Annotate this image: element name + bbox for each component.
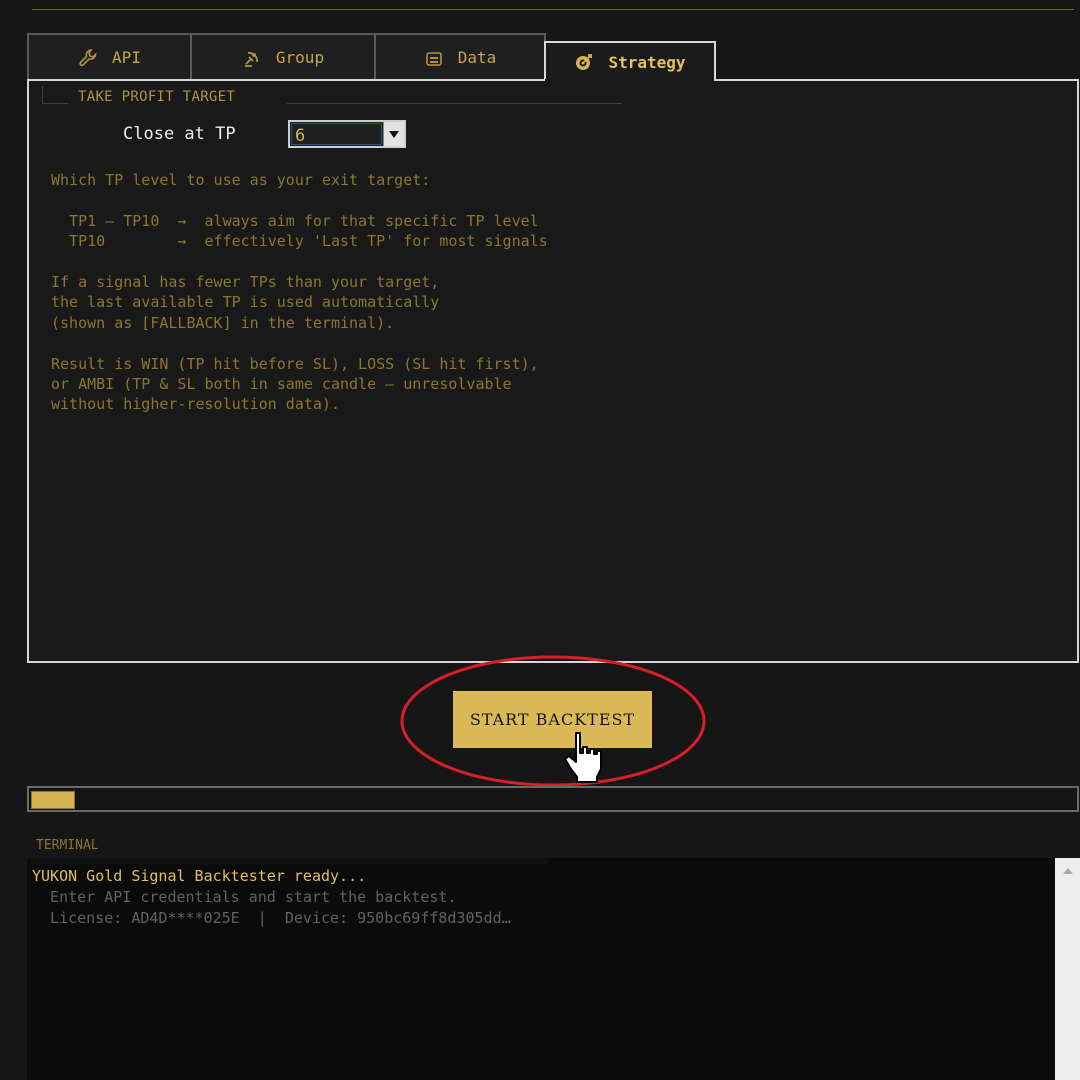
description-line: Result is WIN (TP hit before SL), LOSS (… (51, 354, 539, 373)
database-icon (425, 51, 442, 66)
description-line: the last available TP is used automatica… (51, 293, 440, 312)
terminal-line: YUKON Gold Signal Backtester ready... (32, 867, 367, 885)
close-at-tp-select[interactable]: 6 (288, 120, 406, 148)
tab-api[interactable]: API (27, 33, 192, 80)
start-backtest-button[interactable]: START BACKTEST (453, 691, 652, 748)
chevron-down-icon (389, 131, 399, 138)
tab-strategy[interactable]: Strategy (544, 41, 716, 81)
progress-fill (31, 791, 75, 809)
strategy-description: Which TP level to use as your exit targe… (51, 170, 548, 415)
tab-strategy-label: Strategy (608, 52, 686, 72)
panel-top-border (27, 79, 545, 81)
terminal-header-strip (30, 858, 548, 864)
group-frame (287, 103, 622, 104)
target-icon (576, 54, 593, 70)
top-divider (32, 9, 1074, 10)
close-at-tp-label: Close at TP (123, 124, 236, 144)
group-frame (42, 86, 43, 104)
terminal-line: License: AD4D****025E | Device: 950bc69f… (32, 908, 511, 927)
description-line: TP10 → effectively 'Last TP' for most si… (51, 232, 548, 251)
hand-cursor-icon (564, 732, 602, 783)
dropdown-button[interactable] (383, 122, 404, 146)
tab-group[interactable]: Group (190, 33, 376, 80)
progress-bar (27, 786, 1079, 812)
terminal-line: Enter API credentials and start the back… (32, 887, 457, 906)
group-title: TAKE PROFIT TARGET (78, 89, 236, 105)
panel-top-border (714, 79, 1079, 81)
tab-data[interactable]: Data (374, 33, 546, 80)
terminal-lines: YUKON Gold Signal Backtester ready... En… (32, 866, 511, 928)
tab-group-label: Group (275, 48, 325, 67)
description-line: or AMBI (TP & SL both in same candle — u… (51, 375, 512, 394)
tab-api-label: API (112, 48, 141, 67)
description-line: without higher-resolution data). (51, 395, 340, 414)
group-frame (42, 103, 68, 104)
description-line: (shown as [FALLBACK] in the terminal). (51, 313, 395, 332)
close-at-tp-value: 6 (291, 123, 382, 146)
satellite-icon (244, 51, 258, 67)
scroll-up-arrow-icon[interactable] (1062, 867, 1074, 875)
wrench-icon (79, 48, 97, 66)
description-line: If a signal has fewer TPs than your targ… (51, 273, 440, 292)
terminal-scrollbar[interactable] (1055, 858, 1080, 1080)
description-line: Which TP level to use as your exit targe… (51, 171, 431, 189)
app-window: API Group Data Strategy TAKE PROFIT TARG… (0, 0, 1080, 1080)
terminal-label: TERMINAL (36, 838, 99, 853)
description-line: TP1 – TP10 → always aim for that specifi… (51, 211, 539, 230)
tab-data-label: Data (457, 48, 497, 67)
